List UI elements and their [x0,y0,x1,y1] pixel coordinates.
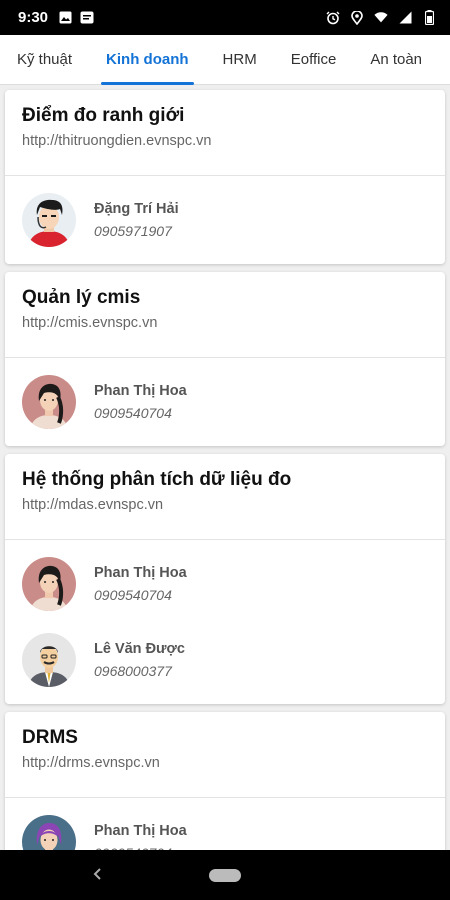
card-url[interactable]: http://cmis.evnspc.vn [22,315,428,331]
contact-item[interactable]: Phan Thị Hoa 0909540704 [5,804,445,850]
contact-phone[interactable]: 0968000377 [94,663,185,679]
location-icon [350,10,364,25]
tab-an-toan[interactable]: An toàn [353,35,439,85]
contact-name: Đặng Trí Hải [94,201,179,217]
card-url[interactable]: http://mdas.evnspc.vn [22,497,428,513]
alarm-icon [326,11,340,25]
battery-icon [422,10,436,25]
contact-item[interactable]: Phan Thị Hoa 0909540704 [5,364,445,440]
contact-item[interactable]: Đặng Trí Hải 0905971907 [5,182,445,258]
man-headset-avatar [22,193,76,247]
notification-icon [80,11,94,25]
system-card[interactable]: Điểm đo ranh giới http://thitruongdien.e… [5,90,445,264]
card-header[interactable]: Quản lý cmis http://cmis.evnspc.vn [5,272,445,358]
back-icon[interactable] [88,862,108,886]
card-header[interactable]: DRMS http://drms.evnspc.vn [5,712,445,798]
card-title: DRMS [22,727,78,748]
contact-name: Phan Thị Hoa [94,565,187,581]
card-title: Điểm đo ranh giới [22,105,185,126]
card-title: Quản lý cmis [22,287,141,308]
system-card[interactable]: Hệ thống phân tích dữ liệu đo http://mda… [5,454,445,704]
contact-name: Phan Thị Hoa [94,383,187,399]
contact-item[interactable]: Lê Văn Được 0968000377 [5,622,445,698]
tab-ky-thuat[interactable]: Kỹ thuật [0,35,89,85]
contact-name: Phan Thị Hoa [94,823,187,839]
contact-item[interactable]: Phan Thị Hoa 0909540704 [5,546,445,622]
woman-braid-avatar [22,375,76,429]
status-bar: 9:30 [0,0,450,35]
woman-braid-avatar [22,557,76,611]
card-url[interactable]: http://thitruongdien.evnspc.vn [22,133,428,149]
card-header[interactable]: Điểm đo ranh giới http://thitruongdien.e… [5,90,445,176]
card-url[interactable]: http://drms.evnspc.vn [22,755,428,771]
tab-eoffice[interactable]: Eoffice [274,35,354,85]
contact-name: Lê Văn Được [94,641,185,657]
tab-kinh-doanh[interactable]: Kinh doanh [89,35,206,85]
woman-purple-avatar [22,815,76,850]
image-icon [58,11,72,25]
card-title: Hệ thống phân tích dữ liệu đo [22,469,292,490]
system-card[interactable]: DRMS http://drms.evnspc.vn Phan Thị Hoa [5,712,445,850]
system-card[interactable]: Quản lý cmis http://cmis.evnspc.vn Phan … [5,272,445,446]
status-time: 9:30 [18,9,49,26]
signal-icon [398,11,412,25]
tab-bar: Kỹ thuật Kinh doanh HRM Eoffice An toàn [0,35,450,85]
contact-phone[interactable]: 0909540704 [94,405,187,421]
man-suit-avatar [22,633,76,687]
contact-phone[interactable]: 0909540704 [94,587,187,603]
system-list: Điểm đo ranh giới http://thitruongdien.e… [0,86,450,850]
wifi-icon [374,11,388,25]
navigation-bar [0,850,450,900]
home-pill[interactable] [209,868,241,882]
tab-hrm[interactable]: HRM [206,35,274,85]
contact-phone[interactable]: 0905971907 [94,223,179,239]
card-header[interactable]: Hệ thống phân tích dữ liệu đo http://mda… [5,454,445,540]
